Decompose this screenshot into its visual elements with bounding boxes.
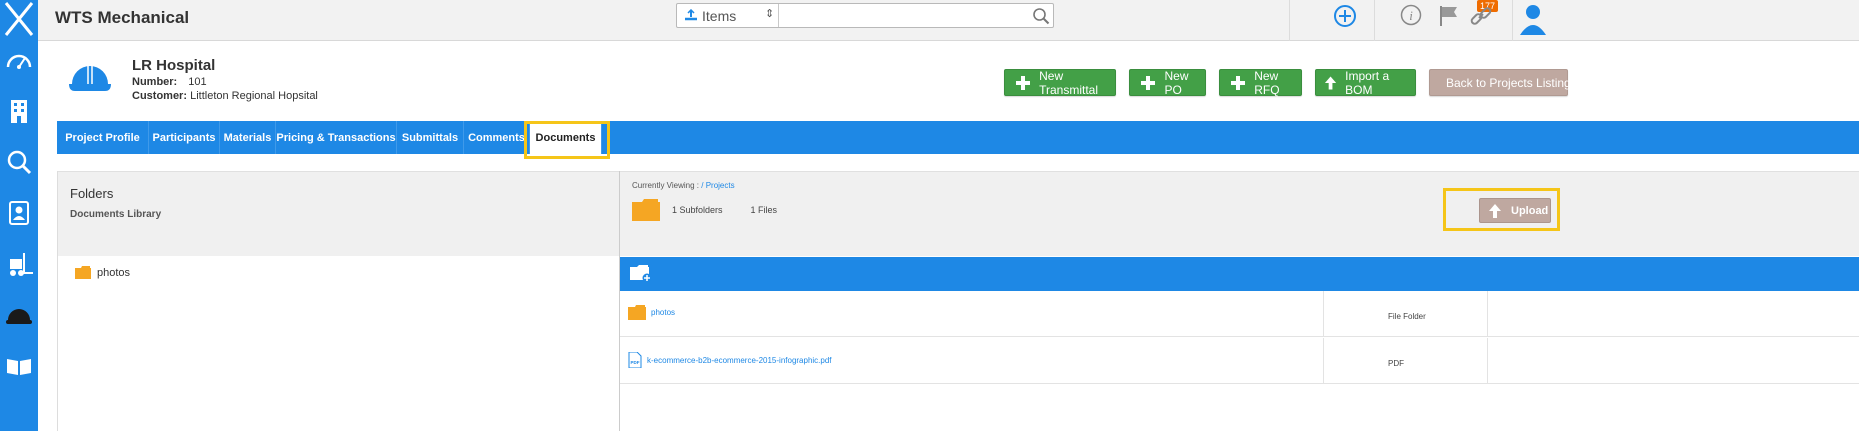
column-divider — [1487, 338, 1488, 383]
folders-header: Folders Documents Library — [58, 171, 620, 256]
sidebar — [0, 0, 38, 431]
files-toolbar — [620, 257, 1859, 291]
project-number-row: Number: 101 — [132, 76, 207, 88]
new-rfq-label: New RFQ — [1254, 68, 1280, 97]
project-number-label: Number: — [132, 76, 178, 88]
user-avatar-icon[interactable] — [1519, 3, 1547, 35]
tab-materials[interactable]: Materials — [220, 121, 276, 154]
app-title: WTS Mechanical — [55, 8, 190, 27]
file-type: File Folder — [1388, 312, 1426, 321]
items-type-icon — [685, 9, 697, 21]
project-customer: Littleton Regional Hopsital — [190, 90, 318, 102]
file-name-link[interactable]: photos — [651, 308, 675, 317]
folder-tree-item-label: photos — [97, 266, 131, 279]
column-divider — [1323, 338, 1324, 383]
info-icon[interactable]: i — [1400, 4, 1422, 26]
files-panel: Currently Viewing : / Projects 1 Subfold… — [619, 171, 1859, 431]
folder-stats: 1 Subfolders 1 Files — [632, 199, 777, 221]
tab-participants[interactable]: Participants — [149, 121, 220, 154]
files-count: 1 Files — [750, 205, 778, 215]
upload-highlight — [1443, 188, 1560, 231]
plus-icon — [1015, 75, 1031, 91]
breadcrumb-separator: / — [701, 181, 704, 190]
tab-project-profile[interactable]: Project Profile — [57, 121, 149, 154]
plus-icon — [1230, 75, 1246, 91]
folder-icon — [628, 305, 646, 320]
file-name-link[interactable]: k-ecommerce-b2b-ecommerce-2015-infograph… — [647, 356, 832, 365]
currently-viewing-label: Currently Viewing : — [632, 181, 699, 190]
file-name-cell: photos — [628, 305, 675, 320]
svg-text:i: i — [1409, 8, 1413, 23]
column-divider — [1487, 291, 1488, 336]
project-number: 101 — [188, 76, 207, 88]
divider — [1374, 0, 1375, 41]
subfolders-count: 1 Subfolders — [672, 205, 723, 215]
new-folder-icon[interactable] — [630, 265, 652, 283]
folders-title: Folders — [70, 186, 114, 201]
file-row[interactable]: PDF k-ecommerce-b2b-ecommerce-2015-infog… — [620, 338, 1859, 384]
files-header: Currently Viewing : / Projects 1 Subfold… — [620, 171, 1859, 256]
search-type-label: Items — [702, 8, 737, 24]
global-search: Items ⇕ — [676, 3, 1054, 28]
project-tabs: Project Profile Participants Materials P… — [57, 121, 1859, 154]
documents-tab-highlight — [524, 121, 610, 159]
breadcrumb: Currently Viewing : / Projects — [632, 181, 735, 190]
building-icon[interactable] — [3, 95, 35, 127]
column-divider — [1323, 291, 1324, 336]
documents-library-label: Documents Library — [70, 209, 162, 220]
file-type: PDF — [1388, 359, 1404, 368]
project-name: LR Hospital — [132, 57, 216, 74]
forklift-icon[interactable] — [3, 248, 35, 280]
new-transmittal-button[interactable]: New Transmittal — [1004, 68, 1116, 97]
search-icon[interactable] — [3, 146, 35, 178]
search-type-select[interactable]: Items ⇕ — [677, 4, 779, 27]
new-transmittal-label: New Transmittal — [1039, 68, 1099, 97]
dashboard-gauge-icon[interactable] — [3, 44, 35, 76]
plus-icon — [1140, 75, 1155, 91]
tab-pricing-transactions[interactable]: Pricing & Transactions — [276, 121, 397, 154]
breadcrumb-projects-link[interactable]: Projects — [706, 181, 735, 190]
chevron-updown-icon: ⇕ — [765, 8, 775, 20]
book-icon[interactable] — [3, 350, 35, 382]
folders-panel: Folders Documents Library photos — [57, 171, 620, 431]
divider — [1289, 0, 1290, 41]
top-bar: WTS Mechanical Items ⇕ i 177 — [38, 0, 1859, 41]
search-input[interactable] — [781, 5, 1021, 26]
hard-hat-icon[interactable] — [3, 299, 35, 331]
add-circle-icon[interactable] — [1333, 4, 1357, 28]
tab-submittals[interactable]: Submittals — [397, 121, 464, 154]
back-to-projects-label: Back to Projects Listing — [1446, 75, 1571, 90]
link-icon[interactable] — [1469, 4, 1493, 28]
folder-icon — [632, 199, 660, 221]
folder-tree-item[interactable]: photos — [75, 266, 130, 279]
import-bom-button[interactable]: Import a BOM — [1315, 68, 1416, 97]
pdf-file-icon: PDF — [628, 352, 642, 368]
folder-icon — [75, 266, 91, 279]
svg-text:PDF: PDF — [631, 360, 640, 365]
project-customer-label: Customer: — [132, 90, 188, 102]
new-po-label: New PO — [1164, 68, 1189, 97]
divider — [1512, 0, 1513, 41]
search-icon[interactable] — [1032, 7, 1050, 25]
flag-icon[interactable] — [1438, 4, 1462, 28]
new-po-button[interactable]: New PO — [1129, 68, 1206, 97]
close-icon[interactable] — [0, 0, 38, 38]
contacts-icon[interactable] — [3, 197, 35, 229]
new-rfq-button[interactable]: New RFQ — [1219, 68, 1302, 97]
project-customer-row: Customer: Littleton Regional Hopsital — [132, 90, 318, 102]
file-name-cell: PDF k-ecommerce-b2b-ecommerce-2015-infog… — [628, 352, 832, 368]
tab-comments[interactable]: Comments — [464, 121, 530, 154]
import-bom-label: Import a BOM — [1345, 68, 1390, 97]
back-to-projects-button[interactable]: Back to Projects Listing — [1429, 69, 1571, 96]
arrow-up-icon — [1324, 75, 1337, 90]
project-hard-hat-icon — [67, 58, 113, 101]
file-row[interactable]: photos File Folder — [620, 291, 1859, 337]
